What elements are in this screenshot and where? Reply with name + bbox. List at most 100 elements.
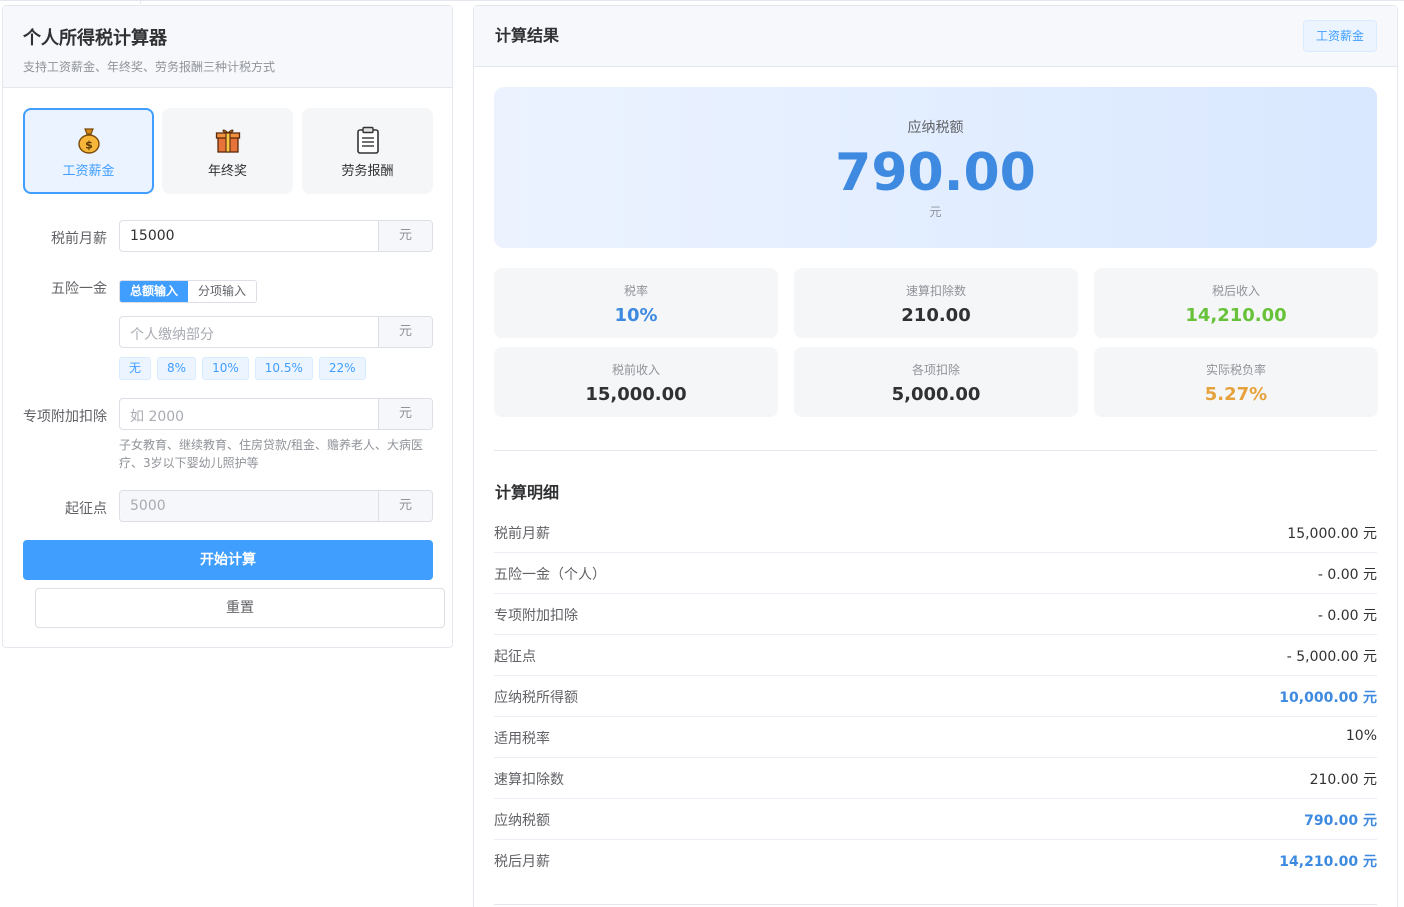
stat-value: 10% xyxy=(614,305,658,326)
stat-value: 5.27% xyxy=(1204,384,1268,405)
stat-label: 实际税负率 xyxy=(1205,363,1266,377)
calculator-form-panel: 个人所得税计算器 支持工资薪金、年终奖、劳务报酬三种计税方式 $ 工资薪金 年终… xyxy=(2,5,453,648)
stat-value: 14,210.00 xyxy=(1185,305,1287,326)
detail-key: 适用税率 xyxy=(494,731,550,747)
insurance-itemized-tab[interactable]: 分项输入 xyxy=(188,281,257,302)
detail-value: 10,000.00 元 xyxy=(1279,690,1377,706)
top-border xyxy=(0,0,1404,4)
salary-unit: 元 xyxy=(378,221,432,251)
stat-value: 210.00 xyxy=(901,305,971,326)
stat-tax-rate: 税率 10% xyxy=(494,268,778,338)
stat-quick-deduction: 速算扣除数 210.00 xyxy=(794,268,1078,338)
special-deduction-hint: 子女教育、继续教育、住房贷款/租金、赡养老人、大病医疗、3岁以下婴幼儿照护等 xyxy=(119,438,424,470)
insurance-label: 五险一金 xyxy=(51,281,107,297)
detail-key: 应纳税额 xyxy=(494,813,550,829)
salary-value: 15000 xyxy=(130,228,175,244)
threshold-value: 5000 xyxy=(130,498,166,514)
salary-label: 税前月薪 xyxy=(51,231,107,247)
detail-row: 适用税率 10% xyxy=(494,717,1377,758)
detail-row: 税前月薪 15,000.00 元 xyxy=(494,512,1377,553)
detail-row: 专项附加扣除 - 0.00 元 xyxy=(494,594,1377,635)
stat-value: 5,000.00 xyxy=(891,384,981,405)
stat-value: 15,000.00 xyxy=(585,384,687,405)
detail-value: 15,000.00 元 xyxy=(1287,526,1377,542)
detail-value: - 5,000.00 元 xyxy=(1286,649,1377,665)
detail-row: 起征点 - 5,000.00 元 xyxy=(494,635,1377,676)
tax-payable-label: 应纳税额 xyxy=(907,120,964,136)
special-deduction-unit: 元 xyxy=(378,399,432,429)
form-header: 个人所得税计算器 支持工资薪金、年终奖、劳务报酬三种计税方式 xyxy=(3,6,452,88)
tax-payable-value: 790.00 xyxy=(835,143,1036,203)
stat-label: 税前收入 xyxy=(611,363,660,377)
detail-key: 税前月薪 xyxy=(494,526,550,542)
tax-payable-card: 应纳税额 790.00 元 xyxy=(494,87,1377,248)
mode-salary-label: 工资薪金 xyxy=(62,164,115,179)
detail-key: 专项附加扣除 xyxy=(494,608,578,624)
detail-key: 起征点 xyxy=(494,649,536,665)
mode-bonus-button[interactable]: 年终奖 xyxy=(162,108,293,194)
special-deduction-input[interactable]: 如 2000 元 xyxy=(119,398,433,430)
calculate-button[interactable]: 开始计算 xyxy=(23,540,433,580)
mode-bonus-label: 年终奖 xyxy=(207,164,247,179)
detail-row: 应纳税额 790.00 元 xyxy=(494,799,1377,840)
gift-icon xyxy=(215,129,240,153)
detail-value: 790.00 元 xyxy=(1304,813,1377,829)
stat-label: 税后收入 xyxy=(1211,284,1260,298)
salary-input[interactable]: 15000 元 xyxy=(119,220,433,252)
threshold-label: 起征点 xyxy=(65,501,107,517)
detail-row: 税后月薪 14,210.00 元 xyxy=(494,840,1377,881)
result-header: 计算结果 工资薪金 xyxy=(474,6,1397,67)
detail-row: 应纳税所得额 10,000.00 元 xyxy=(494,676,1377,717)
quick-rate-none[interactable]: 无 xyxy=(119,357,152,380)
result-panel: 计算结果 工资薪金 应纳税额 790.00 元 税率 10% 速算扣除数 210… xyxy=(473,5,1398,907)
threshold-input: 5000 元 xyxy=(119,490,433,522)
detail-title: 计算明细 xyxy=(495,483,560,502)
mode-tag: 工资薪金 xyxy=(1302,20,1377,52)
insurance-input[interactable]: 个人缴纳部分 元 xyxy=(119,316,433,348)
svg-text:$: $ xyxy=(85,139,93,152)
stat-pre-tax-income: 税前收入 15,000.00 xyxy=(494,347,778,417)
detail-value: 210.00 元 xyxy=(1309,772,1377,788)
special-deduction-placeholder: 如 2000 xyxy=(130,409,185,425)
quick-rate-10[interactable]: 10% xyxy=(202,357,249,380)
page-title: 个人所得税计算器 xyxy=(23,28,167,49)
mode-labor-button[interactable]: 劳务报酬 xyxy=(302,108,433,194)
mode-labor-label: 劳务报酬 xyxy=(341,164,394,179)
stat-label: 速算扣除数 xyxy=(905,284,966,298)
stat-label: 税率 xyxy=(623,284,648,298)
detail-key: 五险一金（个人） xyxy=(494,567,606,583)
tax-mode-selector: $ 工资薪金 年终奖 劳务报酬 xyxy=(23,108,433,194)
stat-after-tax-income: 税后收入 14,210.00 xyxy=(1094,268,1378,338)
clipboard-icon xyxy=(356,126,379,154)
detail-key: 应纳税所得额 xyxy=(494,690,578,706)
detail-key: 税后月薪 xyxy=(494,854,550,870)
insurance-placeholder: 个人缴纳部分 xyxy=(130,327,214,343)
special-deduction-label: 专项附加扣除 xyxy=(23,409,107,425)
mode-salary-button[interactable]: $ 工资薪金 xyxy=(23,108,154,194)
insurance-total-tab[interactable]: 总额输入 xyxy=(120,281,189,302)
insurance-quick-rates: 无 8% 10% 10.5% 22% xyxy=(119,357,372,380)
stat-effective-tax-rate: 实际税负率 5.27% xyxy=(1094,347,1378,417)
stat-label: 各项扣除 xyxy=(911,363,960,377)
divider-bottom xyxy=(494,904,1377,905)
reset-button[interactable]: 重置 xyxy=(35,588,445,628)
detail-value: 10% xyxy=(1345,728,1377,744)
result-title: 计算结果 xyxy=(495,26,560,45)
page-subtitle: 支持工资薪金、年终奖、劳务报酬三种计税方式 xyxy=(23,60,276,74)
detail-value: - 0.00 元 xyxy=(1317,567,1377,583)
detail-value: - 0.00 元 xyxy=(1317,608,1377,624)
divider xyxy=(494,450,1377,451)
threshold-unit: 元 xyxy=(378,491,432,521)
detail-row: 五险一金（个人） - 0.00 元 xyxy=(494,553,1377,594)
tax-payable-unit: 元 xyxy=(929,205,942,219)
detail-value: 14,210.00 元 xyxy=(1279,854,1377,870)
detail-key: 速算扣除数 xyxy=(494,772,564,788)
quick-rate-8[interactable]: 8% xyxy=(157,357,197,380)
insurance-mode-toggle: 总额输入 分项输入 xyxy=(119,280,258,303)
quick-rate-22[interactable]: 22% xyxy=(318,357,366,380)
stat-total-deductions: 各项扣除 5,000.00 xyxy=(794,347,1078,417)
quick-rate-10-5[interactable]: 10.5% xyxy=(254,357,313,380)
detail-row: 速算扣除数 210.00 元 xyxy=(494,758,1377,799)
money-bag-icon: $ xyxy=(77,128,100,154)
insurance-unit: 元 xyxy=(378,317,432,347)
